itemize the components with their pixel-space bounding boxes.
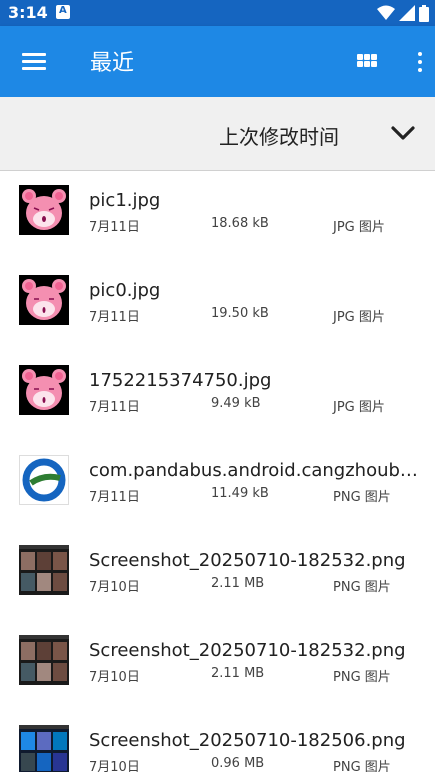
- file-thumbnail: [19, 455, 69, 505]
- list-item[interactable]: 1752215374750.jpg 7月11日 9.49 kB JPG 图片: [0, 352, 435, 442]
- file-date: 7月10日: [89, 760, 140, 772]
- list-item[interactable]: Screenshot_20250710-182532.png 7月10日 2.1…: [0, 532, 435, 622]
- file-size: 2.11 MB: [211, 666, 265, 681]
- status-icons: [377, 4, 429, 22]
- wifi-icon: [377, 5, 395, 20]
- file-date: 7月10日: [89, 580, 140, 595]
- file-type: PNG 图片: [333, 580, 391, 595]
- file-name: pic0.jpg: [89, 280, 161, 301]
- file-date: 7月10日: [89, 670, 140, 685]
- file-name: com.pandabus.android.cangzhoubu…: [89, 460, 425, 481]
- file-size: 18.68 kB: [211, 216, 269, 231]
- list-item[interactable]: com.pandabus.android.cangzhoubu… 7月11日 1…: [0, 442, 435, 532]
- list-item[interactable]: Screenshot_20250710-182506.png 7月10日 0.9…: [0, 712, 435, 772]
- file-name: 1752215374750.jpg: [89, 370, 272, 391]
- status-time: 3:14: [8, 3, 48, 22]
- sort-bar[interactable]: 上次修改时间: [0, 97, 435, 171]
- file-list: pic1.jpg 7月11日 18.68 kB JPG 图片 pic0.jpg …: [0, 172, 435, 772]
- signal-icon: [399, 5, 415, 21]
- notification-icon: A: [56, 5, 70, 19]
- file-type: JPG 图片: [333, 400, 385, 415]
- file-thumbnail: [19, 725, 69, 772]
- file-type: PNG 图片: [333, 490, 391, 505]
- file-thumbnail: [19, 545, 69, 595]
- file-size: 11.49 kB: [211, 486, 269, 501]
- file-name: pic1.jpg: [89, 190, 161, 211]
- notification-letter: A: [59, 5, 67, 16]
- file-size: 0.96 MB: [211, 756, 265, 771]
- menu-icon[interactable]: [14, 46, 54, 78]
- status-bar: 3:14 A: [0, 0, 435, 26]
- file-thumbnail: [19, 275, 69, 325]
- list-item[interactable]: Screenshot_20250710-182532.png 7月10日 2.1…: [0, 622, 435, 712]
- sort-label[interactable]: 上次修改时间: [219, 121, 339, 150]
- file-thumbnail: [19, 635, 69, 685]
- file-date: 7月11日: [89, 490, 140, 505]
- more-vert-icon[interactable]: [410, 48, 430, 76]
- file-date: 7月11日: [89, 220, 140, 235]
- file-type: PNG 图片: [333, 760, 391, 772]
- file-thumbnail: [19, 365, 69, 415]
- file-date: 7月11日: [89, 310, 140, 325]
- battery-icon: [419, 4, 429, 22]
- file-type: JPG 图片: [333, 310, 385, 325]
- file-name: Screenshot_20250710-182532.png: [89, 550, 406, 571]
- page-title: 最近: [90, 51, 135, 76]
- file-size: 19.50 kB: [211, 306, 269, 321]
- file-type: JPG 图片: [333, 220, 385, 235]
- file-thumbnail: [19, 185, 69, 235]
- list-item[interactable]: pic0.jpg 7月11日 19.50 kB JPG 图片: [0, 262, 435, 352]
- list-item[interactable]: pic1.jpg 7月11日 18.68 kB JPG 图片: [0, 172, 435, 262]
- file-size: 2.11 MB: [211, 576, 265, 591]
- file-name: Screenshot_20250710-182532.png: [89, 640, 406, 661]
- file-date: 7月11日: [89, 400, 140, 415]
- chevron-down-icon[interactable]: [388, 119, 418, 147]
- file-name: Screenshot_20250710-182506.png: [89, 730, 406, 751]
- file-type: PNG 图片: [333, 670, 391, 685]
- file-size: 9.49 kB: [211, 396, 261, 411]
- app-bar: 最近: [0, 26, 435, 97]
- grid-view-icon[interactable]: [354, 50, 380, 74]
